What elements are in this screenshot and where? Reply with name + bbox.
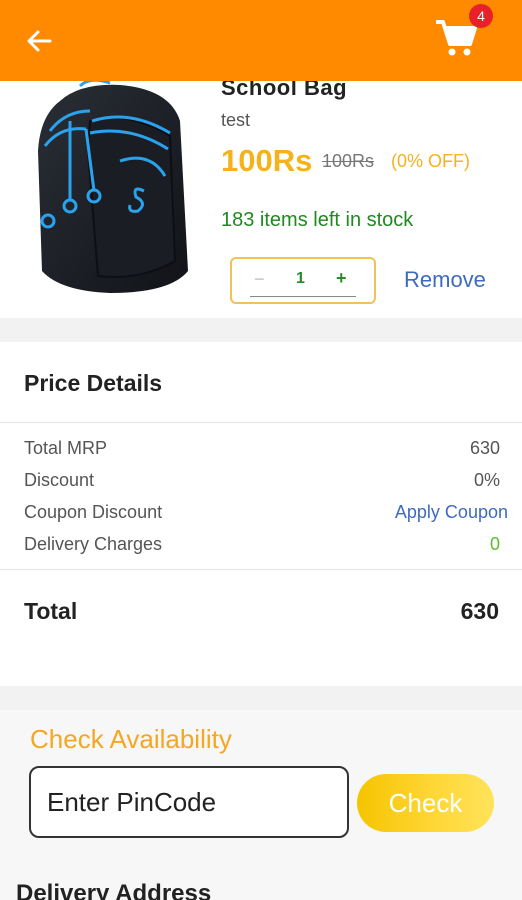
- back-button[interactable]: [22, 24, 56, 58]
- product-title: School Bag: [221, 81, 348, 100]
- price-row-value: 0%: [473, 470, 500, 490]
- availability-section: Check Availability Check Delivery Addres…: [0, 710, 522, 900]
- product-price: 100Rs: [221, 143, 313, 178]
- quantity-stepper: − 1 +: [230, 257, 376, 304]
- price-row-label: Coupon Discount: [24, 502, 163, 522]
- backpack-image: [38, 81, 188, 293]
- stepper-underline: [250, 296, 356, 297]
- price-row-label: Total MRP: [24, 438, 108, 458]
- product-mrp: 100Rs: [322, 151, 375, 171]
- apply-coupon-link[interactable]: Apply Coupon: [395, 502, 508, 523]
- decrease-quantity-button[interactable]: −: [254, 269, 265, 290]
- product-subtitle: test: [221, 110, 251, 130]
- price-details-card: Price Details Total MRP 630 Discount 0% …: [0, 342, 522, 686]
- price-details-title: Price Details: [24, 370, 163, 396]
- back-arrow-icon: [27, 30, 52, 52]
- divider: [0, 569, 522, 570]
- price-row-label: Delivery Charges: [24, 534, 163, 554]
- remove-button[interactable]: Remove: [404, 267, 486, 293]
- check-availability-title: Check Availability: [30, 724, 232, 754]
- discount-percent: (0% OFF): [391, 151, 470, 171]
- price-row-value: 630: [469, 438, 500, 458]
- increase-quantity-button[interactable]: +: [336, 268, 347, 289]
- section-divider: [0, 318, 522, 342]
- total-value: 630: [460, 598, 499, 624]
- price-row-label: Discount: [24, 470, 95, 490]
- total-label: Total: [24, 598, 78, 624]
- quantity-value: 1: [296, 270, 305, 287]
- stock-status: 183 items left in stock: [221, 209, 414, 231]
- check-button[interactable]: Check: [357, 774, 494, 832]
- price-row-total-mrp: Total MRP 630: [24, 438, 500, 466]
- divider: [0, 422, 522, 423]
- cart-item: School Bag test 100Rs 100Rs (0% OFF) 183…: [0, 81, 522, 318]
- price-row-coupon: Coupon Discount Apply Coupon: [24, 502, 508, 530]
- price-row-delivery: Delivery Charges 0: [24, 534, 500, 562]
- cart-count-badge: 4: [469, 4, 493, 28]
- price-row-value: 0: [489, 534, 500, 554]
- pincode-input[interactable]: [29, 766, 349, 838]
- section-divider: [0, 686, 522, 710]
- app-bar: 4: [0, 0, 522, 81]
- delivery-address-title: Delivery Address: [16, 880, 212, 900]
- price-row-discount: Discount 0%: [24, 470, 500, 498]
